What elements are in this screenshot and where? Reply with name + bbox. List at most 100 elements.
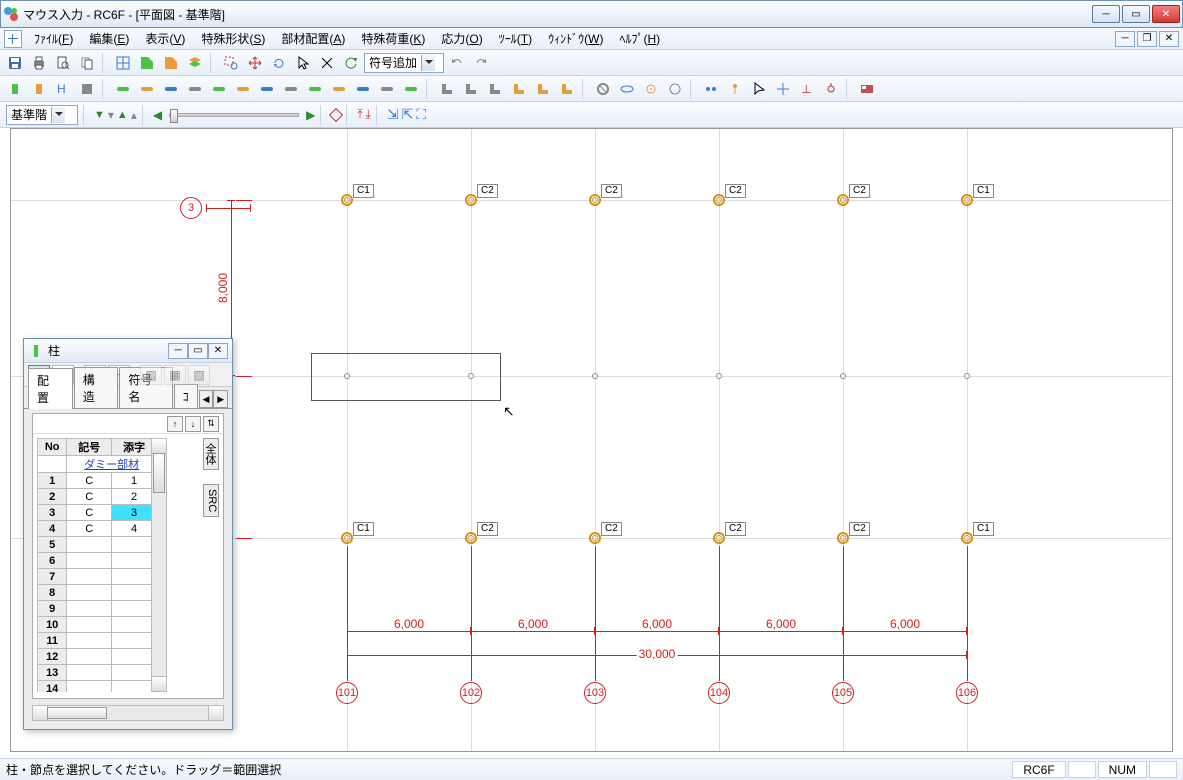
angle-4-icon[interactable] [532,78,554,100]
child-close-button[interactable]: ✕ [208,343,228,359]
tag-orange-icon[interactable] [160,52,182,74]
tab-scroll-right[interactable]: ▶ [213,390,228,408]
diamond-icon[interactable] [329,107,343,121]
slider-next-icon[interactable]: ▶ [306,108,315,122]
beam-2-icon[interactable] [160,78,182,100]
child-maximize-button[interactable]: ▭ [188,343,208,359]
pin-icon[interactable] [724,78,746,100]
floor-combo[interactable]: 基準階 [6,105,78,125]
rotate-icon[interactable] [268,52,290,74]
undo-icon[interactable] [446,52,468,74]
menu-5[interactable]: 特殊荷重(K) [353,27,433,50]
child-tabs: 配 置構 造符号名ｺ◀ ▶ [24,387,232,409]
cross-icon[interactable] [772,78,794,100]
copy-icon[interactable] [76,52,98,74]
minimize-button[interactable]: ─ [1092,5,1120,23]
menu-0[interactable]: ﾌｧｲﾙ(F) [26,27,81,50]
grid-blue-icon[interactable] [112,52,134,74]
refresh-icon[interactable] [340,52,362,74]
zoom-area-icon[interactable] [220,52,242,74]
child-hscroll[interactable] [32,705,224,721]
menu-6[interactable]: 応力(O) [433,27,490,50]
beam-4-icon[interactable] [208,78,230,100]
sel-icon[interactable] [748,78,770,100]
floor-down-icon[interactable]: ▼ [94,109,105,121]
beam-1-icon[interactable] [136,78,158,100]
angle-0-icon[interactable] [436,78,458,100]
align-bottom-icon[interactable]: ⤓ [366,107,371,122]
beam-7-icon[interactable] [280,78,302,100]
sort-desc-icon[interactable]: ↓ [185,416,201,432]
ellipse-icon[interactable] [616,78,638,100]
child-vscroll[interactable] [151,438,167,692]
menu-8[interactable]: ｳｨﾝﾄﾞｳ(W) [540,27,611,50]
angle-5-icon[interactable] [556,78,578,100]
beam-0-icon[interactable] [112,78,134,100]
col2-icon[interactable] [28,78,50,100]
beam-9-icon[interactable] [328,78,350,100]
tool-c-icon[interactable]: ▧ [188,365,210,385]
target-icon[interactable] [640,78,662,100]
beam-5-icon[interactable] [232,78,254,100]
h-icon[interactable]: H [52,78,74,100]
slider[interactable] [169,113,299,117]
beam-6-icon[interactable] [256,78,278,100]
layers-icon[interactable] [184,52,206,74]
action-combo[interactable]: 符号追加 [364,53,444,73]
calc-icon[interactable] [856,78,878,100]
tool-b-icon[interactable]: ▦ [164,365,186,385]
cancel-icon[interactable] [316,52,338,74]
mdi-restore-button[interactable]: ❐ [1137,31,1157,47]
svg-text:⊥: ⊥ [801,82,811,96]
tab-3[interactable]: ｺ [174,384,198,408]
slider-prev-icon[interactable]: ◀ [153,108,162,122]
col-icon[interactable] [4,78,26,100]
sort-asc-icon[interactable]: ↑ [167,416,183,432]
side-label-all[interactable]: 全体 [203,438,219,470]
mdi-close-button[interactable]: ✕ [1159,31,1179,47]
menu-9[interactable]: ﾍﾙﾌﾟ(H) [611,27,668,50]
menu-3[interactable]: 特殊形状(S) [193,27,273,50]
nosym-icon[interactable] [592,78,614,100]
nodes-icon[interactable] [700,78,722,100]
sq-icon[interactable] [76,78,98,100]
menu-7[interactable]: ﾂｰﾙ(T) [491,27,540,50]
menu-1[interactable]: 編集(E) [81,27,137,50]
side-label-src[interactable]: SRC [203,484,219,517]
tab-0[interactable]: 配 置 [28,368,73,409]
tag-green-icon[interactable] [136,52,158,74]
fit-3-icon[interactable]: ⛶ [416,106,426,123]
menu-2[interactable]: 表示(V) [137,27,193,50]
circ-icon[interactable] [664,78,686,100]
fit-1-icon[interactable]: ⇲ [387,106,399,123]
sort-opt-icon[interactable]: ⇅ [203,416,219,432]
perp-icon[interactable]: ⊥ [796,78,818,100]
beam-10-icon[interactable] [352,78,374,100]
beam-11-icon[interactable] [376,78,398,100]
save-icon[interactable] [4,52,26,74]
comp-icon[interactable] [820,78,842,100]
pointer-icon[interactable] [292,52,314,74]
tab-1[interactable]: 構 造 [74,367,119,408]
floor-up-icon[interactable]: ▲ [117,109,128,121]
beam-12-icon[interactable] [400,78,422,100]
move-icon[interactable] [244,52,266,74]
redo-icon[interactable] [470,52,492,74]
preview-icon[interactable] [52,52,74,74]
tab-scroll-left[interactable]: ◀ [199,390,214,408]
beam-3-icon[interactable] [184,78,206,100]
print-icon[interactable] [28,52,50,74]
mdi-minimize-button[interactable]: ─ [1115,31,1135,47]
align-top-icon[interactable]: ⤒ [357,107,362,122]
menu-4[interactable]: 部材配置(A) [273,27,353,50]
child-minimize-button[interactable]: ─ [168,343,188,359]
angle-2-icon[interactable] [484,78,506,100]
angle-1-icon[interactable] [460,78,482,100]
fit-2-icon[interactable]: ⇱ [402,106,414,123]
maximize-button[interactable]: ▭ [1122,5,1150,23]
beam-8-icon[interactable] [304,78,326,100]
angle-3-icon[interactable] [508,78,530,100]
grid-icon[interactable] [4,30,22,48]
close-button[interactable]: ✕ [1152,5,1180,23]
tool-a-icon[interactable]: ▨ [140,365,162,385]
